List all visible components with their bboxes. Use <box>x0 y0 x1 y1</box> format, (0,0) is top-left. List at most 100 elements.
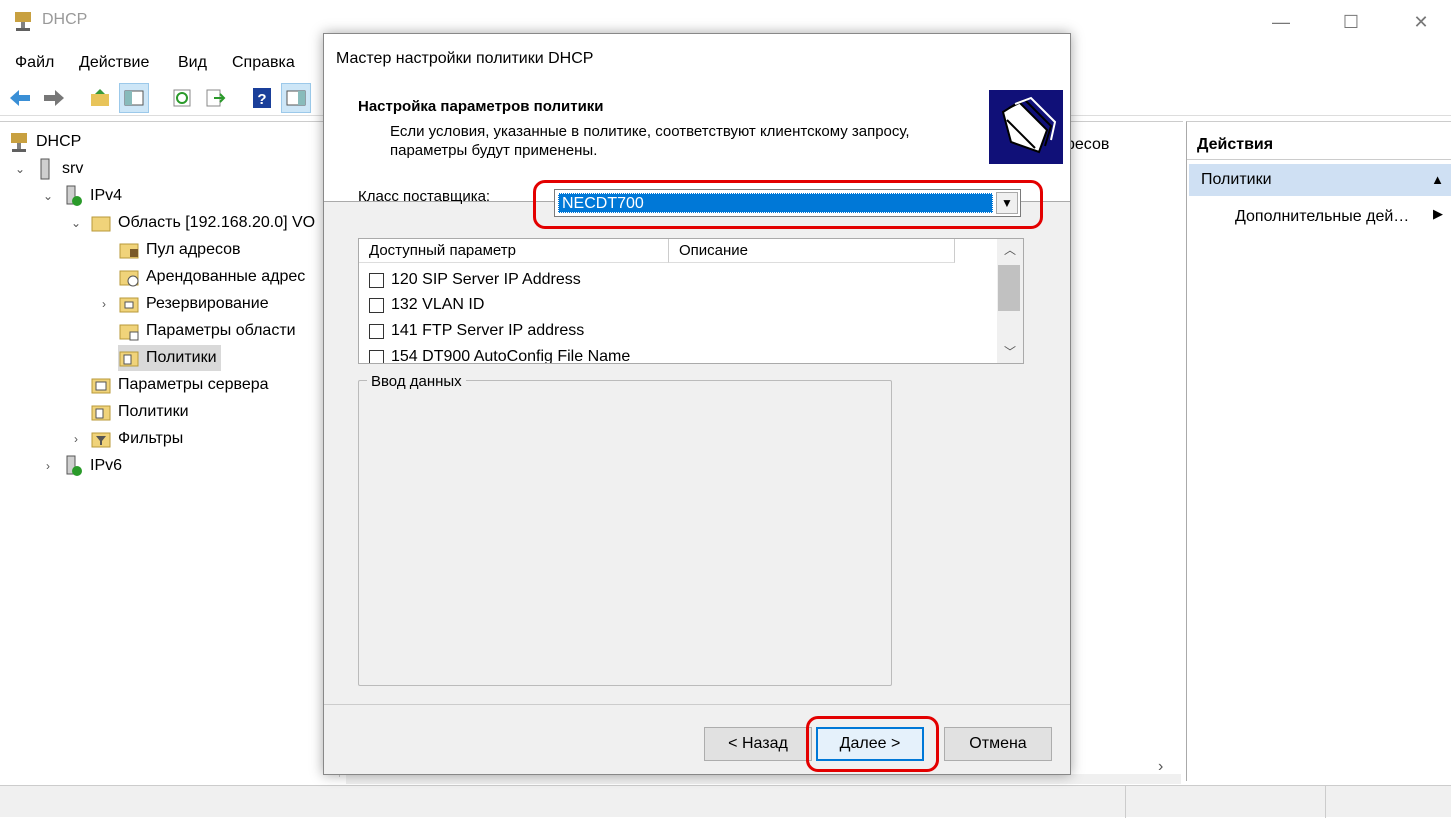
tree-label: Резервирование <box>146 295 269 312</box>
tree-item-ipv4[interactable]: ⌄ IPv4 <box>40 183 122 209</box>
chevron-right-icon[interactable]: › <box>96 297 112 311</box>
address-pool-icon <box>118 239 140 261</box>
page-title: Настройка параметров политики <box>358 98 604 115</box>
options-list: Доступный параметр Описание 120 SIP Serv… <box>358 238 1024 364</box>
tree-label: IPv6 <box>90 457 123 474</box>
tree-label: Политики <box>146 349 217 366</box>
actions-section-policies[interactable]: Политики ▲ <box>1189 164 1451 196</box>
export-icon[interactable] <box>200 83 230 113</box>
policies-icon <box>118 347 140 369</box>
list-item[interactable]: 120 SIP Server IP Address <box>369 268 581 292</box>
server-ok-icon <box>62 455 84 477</box>
tree-label: Параметры сервера <box>118 376 269 393</box>
minimize-button[interactable]: — <box>1246 0 1316 44</box>
column-header-option[interactable]: Доступный параметр <box>359 239 669 263</box>
tree-label: DHCP <box>36 133 82 150</box>
tree-label: Политики <box>118 403 189 420</box>
filter-icon <box>90 428 112 450</box>
option-label: 141 FTP Server IP address <box>391 322 585 339</box>
tree-label: Параметры области <box>146 322 296 339</box>
dialog-title: Мастер настройки политики DHCP <box>336 50 594 67</box>
actions-header: Действия <box>1187 130 1451 160</box>
policy-wizard-dialog: Мастер настройки политики DHCP Настройка… <box>323 33 1071 775</box>
tree-label: IPv4 <box>90 187 123 204</box>
list-item[interactable]: 154 DT900 AutoConfig File Name <box>369 345 630 363</box>
help-icon[interactable]: ? <box>247 83 277 113</box>
tree-label: Арендованные адрес <box>146 268 306 285</box>
column-header-description[interactable]: Описание <box>669 239 955 263</box>
submenu-arrow-icon: ▶ <box>1433 206 1443 221</box>
menu-file[interactable]: Файл <box>15 54 54 72</box>
list-item[interactable]: 132 VLAN ID <box>369 293 484 317</box>
scope-options-icon <box>118 320 140 342</box>
tree-item-address-pool[interactable]: Пул адресов <box>118 237 241 263</box>
option-checkbox[interactable] <box>369 323 384 339</box>
dhcp-icon <box>8 131 30 153</box>
server-ok-icon <box>62 185 84 207</box>
tree-item-dhcp[interactable]: DHCP <box>8 129 81 155</box>
folder-icon <box>90 212 112 234</box>
data-entry-group: Ввод данных <box>358 373 892 686</box>
tree-label: srv <box>62 160 84 177</box>
scroll-down-icon[interactable]: ﹀ <box>1004 343 1016 360</box>
tree-item-scope-options[interactable]: Параметры области <box>118 318 296 344</box>
refresh-icon[interactable] <box>167 83 197 113</box>
tree-label: Фильтры <box>118 430 184 447</box>
tree-item-scope[interactable]: ⌄ Область [192.168.20.0] VO <box>68 210 315 236</box>
console-tree: DHCP ⌄ srv ⌄ IPv4 ⌄ Область [192.168.20.… <box>0 121 340 777</box>
collapse-triangle-icon[interactable]: ▲ <box>1431 164 1444 196</box>
wizard-folders-icon <box>989 90 1063 164</box>
menu-action[interactable]: Действие <box>79 54 149 72</box>
option-checkbox[interactable] <box>369 272 384 288</box>
more-actions-item[interactable]: Дополнительные дей… <box>1235 206 1409 228</box>
option-label: 120 SIP Server IP Address <box>391 271 581 288</box>
data-entry-legend: Ввод данных <box>367 373 466 390</box>
dhcp-app-icon <box>15 12 31 31</box>
status-bar <box>0 785 1451 818</box>
up-folder-icon[interactable] <box>85 83 115 113</box>
chevron-down-icon[interactable]: ⌄ <box>68 216 84 230</box>
vertical-scrollbar[interactable]: ︿ ﹀ <box>997 239 1023 363</box>
forward-arrow-icon[interactable] <box>39 83 69 113</box>
scrollbar-thumb[interactable] <box>998 265 1020 311</box>
tree-item-scope-policies[interactable]: Политики <box>118 345 221 371</box>
back-button[interactable]: < Назад <box>704 727 812 761</box>
chevron-right-icon[interactable]: › <box>68 432 84 446</box>
results-pane: ресов › <box>1058 121 1183 777</box>
server-options-icon <box>90 374 112 396</box>
show-hide-tree-icon[interactable] <box>119 83 149 113</box>
tree-item-server-policies[interactable]: Политики <box>90 399 189 425</box>
column-header-fragment: ресов <box>1066 136 1110 153</box>
reservations-icon <box>118 293 140 315</box>
highlight-vendor-class <box>533 180 1043 229</box>
chevron-right-icon[interactable]: › <box>40 459 56 473</box>
menu-view[interactable]: Вид <box>178 54 207 72</box>
show-action-pane-icon[interactable] <box>281 83 311 113</box>
chevron-down-icon[interactable]: ⌄ <box>40 189 56 203</box>
option-checkbox[interactable] <box>369 297 384 313</box>
leases-icon <box>118 266 140 288</box>
back-arrow-icon[interactable] <box>5 83 35 113</box>
menu-help[interactable]: Справка <box>232 54 295 72</box>
tree-item-leases[interactable]: Арендованные адрес <box>118 264 305 290</box>
tree-item-ipv6[interactable]: › IPv6 <box>40 453 122 479</box>
horizontal-scrollbar[interactable] <box>346 774 1181 784</box>
tree-item-reservations[interactable]: › Резервирование <box>96 291 269 317</box>
tree-item-srv[interactable]: ⌄ srv <box>12 156 83 182</box>
option-checkbox[interactable] <box>369 349 384 363</box>
scroll-up-icon[interactable]: ︿ <box>1004 241 1016 258</box>
chevron-down-icon[interactable]: ⌄ <box>12 162 28 176</box>
list-item[interactable]: 141 FTP Server IP address <box>369 319 584 343</box>
section-label: Политики <box>1201 171 1272 188</box>
svg-text:?: ? <box>257 91 266 108</box>
cancel-button[interactable]: Отмена <box>944 727 1052 761</box>
actions-pane: Действия Политики ▲ Дополнительные дей… … <box>1186 121 1451 781</box>
option-label: 132 VLAN ID <box>391 296 485 313</box>
maximize-button[interactable]: ☐ <box>1316 0 1386 44</box>
more-actions-label: Дополнительные дей… <box>1235 208 1410 225</box>
footer-divider <box>324 704 1070 705</box>
close-button[interactable]: ✕ <box>1386 0 1451 44</box>
highlight-next-button <box>806 716 939 772</box>
tree-item-server-options[interactable]: Параметры сервера <box>90 372 269 398</box>
tree-item-filters[interactable]: › Фильтры <box>68 426 183 452</box>
